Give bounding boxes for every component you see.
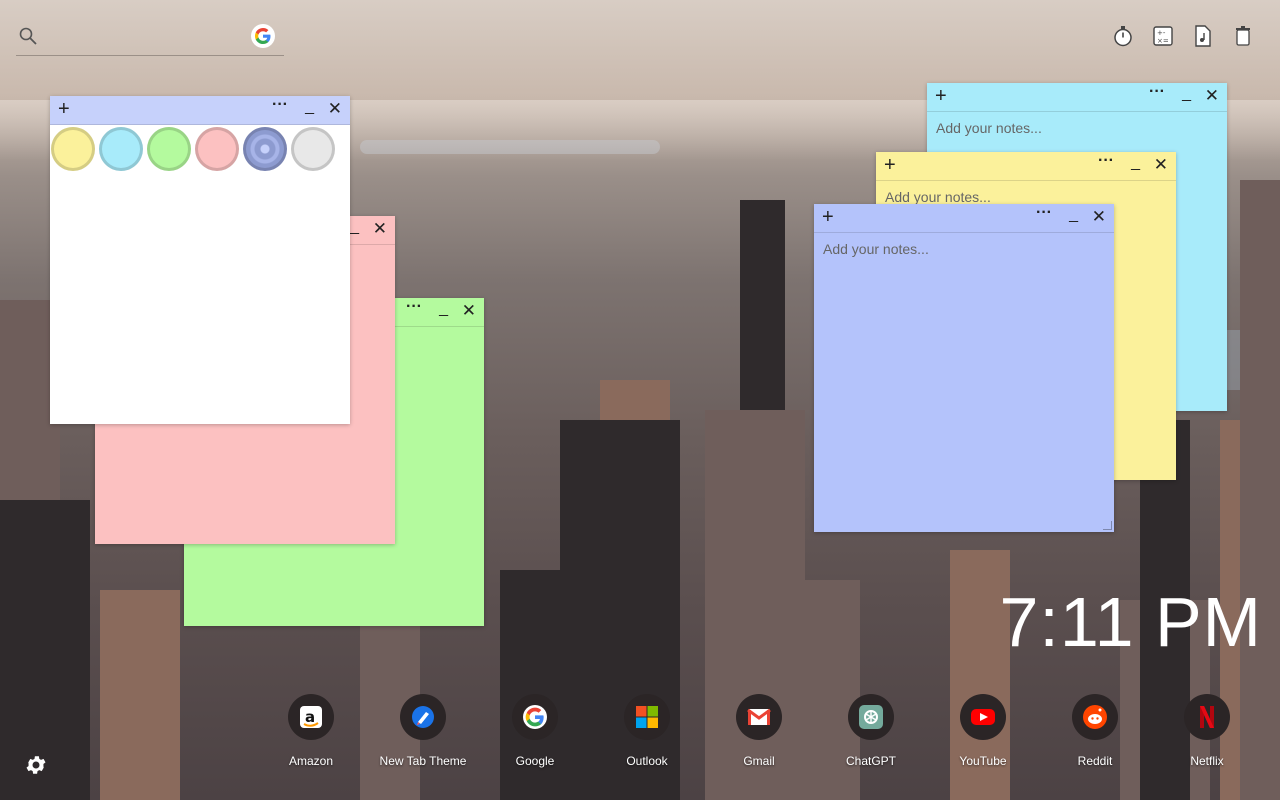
outlook-icon (624, 694, 670, 740)
new-tab-theme-icon (400, 694, 446, 740)
shortcut-label: Gmail (743, 754, 775, 768)
add-note-button[interactable]: + (935, 85, 947, 107)
shortcut-reddit[interactable]: Reddit (1039, 694, 1151, 768)
note-text-area[interactable]: Add your notes... (927, 112, 1227, 144)
shortcut-label: YouTube (959, 754, 1007, 768)
gmail-icon (736, 694, 782, 740)
note-header: + ··· _ ✕ (814, 204, 1114, 233)
search-bar[interactable] (16, 22, 284, 56)
shortcut-outlook[interactable]: Outlook (591, 694, 703, 768)
shortcut-new-tab-theme[interactable]: New Tab Theme (367, 694, 479, 768)
swatch-yellow[interactable] (51, 127, 95, 171)
svg-text:a: a (305, 708, 315, 726)
resize-handle[interactable] (1103, 521, 1112, 530)
shortcut-label: ChatGPT (845, 754, 896, 768)
minimize-button[interactable]: _ (350, 218, 359, 236)
add-note-button[interactable]: + (822, 206, 834, 228)
shortcut-chatgpt[interactable]: ChatGPT (815, 694, 927, 768)
toolbar: +- ×= (1112, 24, 1254, 48)
note-color-picker[interactable]: + ··· _ ✕ (50, 96, 350, 424)
minimize-button[interactable]: _ (305, 98, 314, 116)
close-button[interactable]: ✕ (1205, 86, 1219, 106)
more-options-button[interactable]: ··· (272, 96, 288, 114)
close-button[interactable]: ✕ (373, 219, 387, 239)
youtube-icon (960, 694, 1006, 740)
close-button[interactable]: ✕ (1092, 207, 1106, 227)
search-icon (18, 26, 38, 46)
shortcut-label: Reddit (1077, 754, 1113, 768)
note-header: + ··· _ ✕ (50, 96, 350, 125)
minimize-button[interactable]: _ (1131, 154, 1140, 172)
close-button[interactable]: ✕ (462, 301, 476, 321)
svg-text:+-: +- (1157, 29, 1166, 37)
minimize-button[interactable]: _ (439, 300, 448, 318)
svg-text:×=: ×= (1157, 37, 1169, 45)
close-button[interactable]: ✕ (328, 99, 342, 119)
shortcut-gmail[interactable]: Gmail (703, 694, 815, 768)
minimize-button[interactable]: _ (1069, 206, 1078, 224)
netflix-icon (1184, 694, 1230, 740)
swatch-blue[interactable] (99, 127, 143, 171)
swatch-periwinkle-selected[interactable] (243, 127, 287, 171)
calculator-icon[interactable]: +- ×= (1152, 24, 1174, 48)
shortcut-label: Netflix (1190, 754, 1224, 768)
google-search-icon[interactable] (251, 24, 275, 48)
shortcut-amazon[interactable]: a Amazon (255, 694, 367, 768)
shortcut-label: New Tab Theme (379, 754, 467, 768)
more-options-button[interactable]: ··· (1098, 152, 1114, 170)
reddit-icon (1072, 694, 1118, 740)
clock: 7:11 PM (999, 583, 1262, 661)
note-header: + ··· _ ✕ (927, 83, 1227, 112)
add-note-button[interactable]: + (58, 98, 70, 120)
add-note-button[interactable]: + (884, 154, 896, 176)
note-periwinkle[interactable]: + ··· _ ✕ Add your notes... (814, 204, 1114, 532)
shortcut-label: Google (515, 754, 555, 768)
more-options-button[interactable]: ··· (1036, 204, 1052, 222)
more-options-button[interactable]: ··· (1149, 83, 1165, 101)
settings-gear-icon[interactable] (24, 753, 48, 777)
color-swatches (50, 125, 350, 173)
search-input[interactable] (46, 26, 250, 50)
shortcut-label: Amazon (288, 754, 334, 768)
trash-icon[interactable] (1232, 24, 1254, 48)
amazon-icon: a (288, 694, 334, 740)
shortcut-label: Outlook (626, 754, 668, 768)
swatch-white[interactable] (291, 127, 335, 171)
chatgpt-icon (848, 694, 894, 740)
music-file-icon[interactable] (1192, 24, 1214, 48)
close-button[interactable]: ✕ (1154, 155, 1168, 175)
timer-icon[interactable] (1112, 24, 1134, 48)
shortcut-bar: a Amazon New Tab Theme Google Outlook Gm… (255, 694, 1265, 768)
note-text-area[interactable]: Add your notes... (814, 233, 1114, 265)
google-icon (512, 694, 558, 740)
note-header: + ··· _ ✕ (876, 152, 1176, 181)
swatch-green[interactable] (147, 127, 191, 171)
minimize-button[interactable]: _ (1182, 85, 1191, 103)
shortcut-netflix[interactable]: Netflix (1151, 694, 1263, 768)
more-options-button[interactable]: ··· (406, 298, 422, 316)
shortcut-youtube[interactable]: YouTube (927, 694, 1039, 768)
shortcut-google[interactable]: Google (479, 694, 591, 768)
swatch-pink[interactable] (195, 127, 239, 171)
